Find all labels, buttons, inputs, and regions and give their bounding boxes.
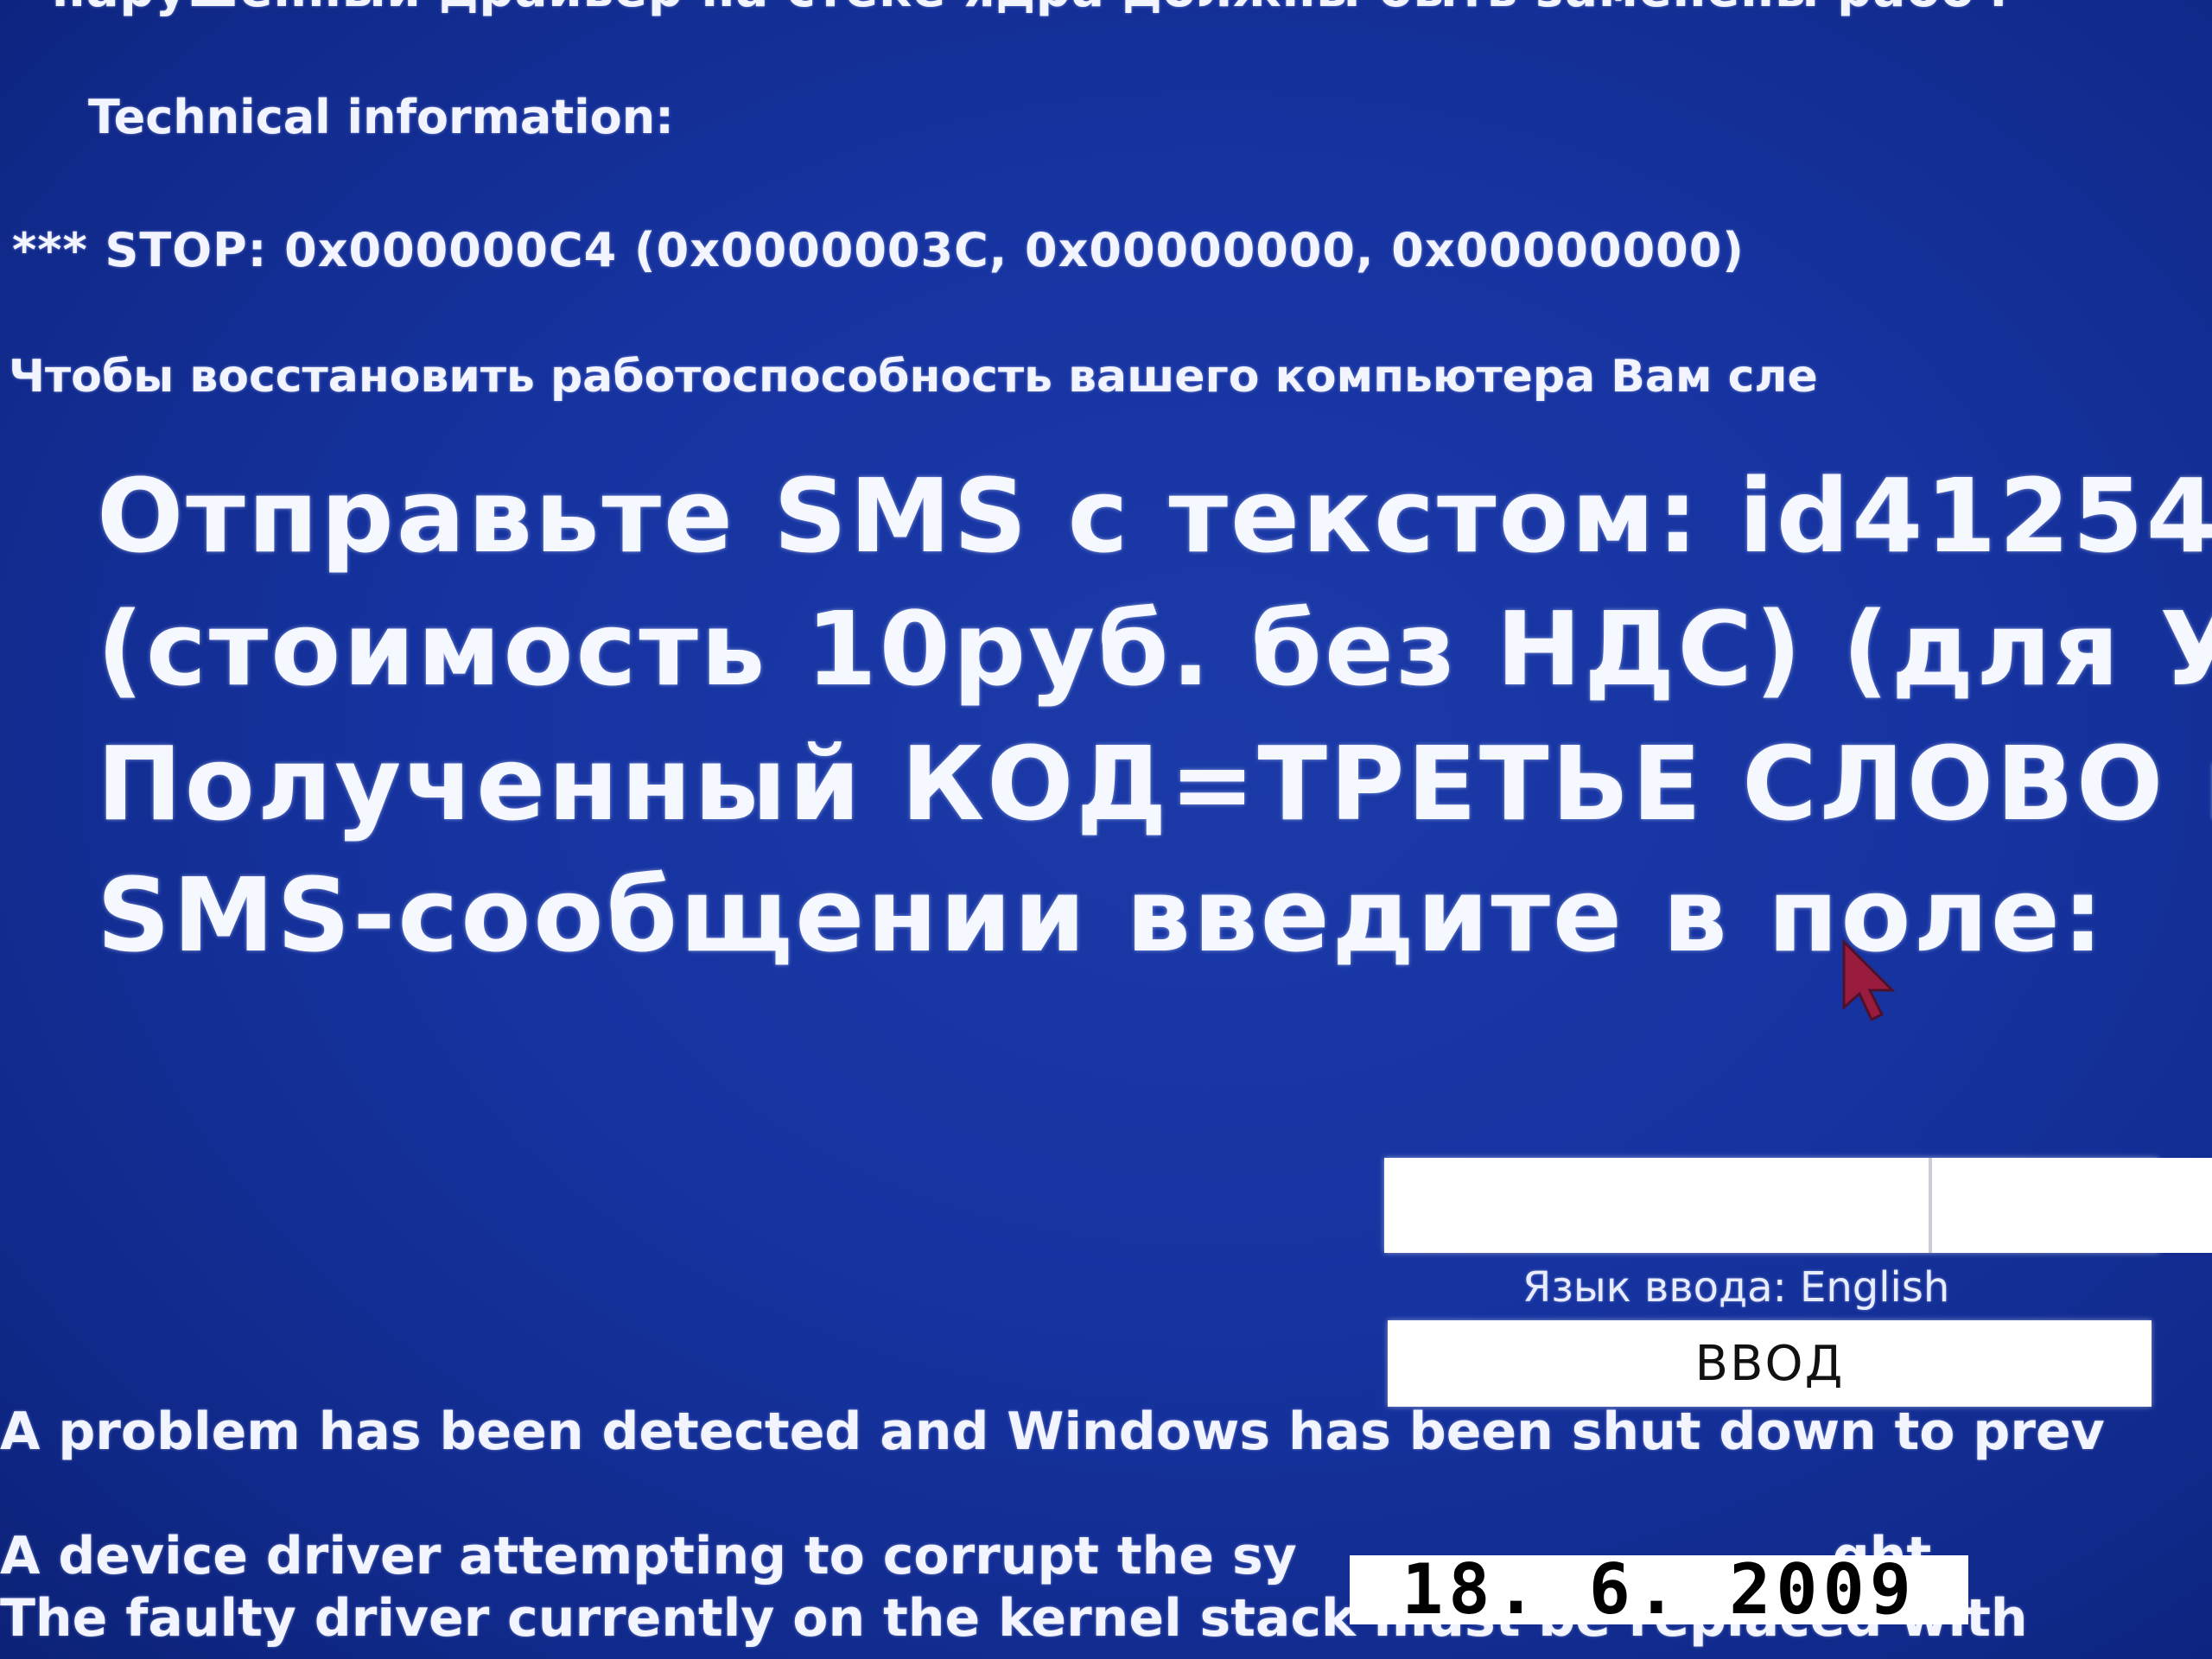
restore-instruction-line: Чтобы восстановить работоспособность ваш… [9, 351, 1818, 403]
ransom-line-4: SMS-сообщении введите в поле: [97, 855, 2107, 975]
photo-date-stamp: 18. 6. 2009 [1350, 1555, 1968, 1624]
unlock-code-field-2[interactable] [1929, 1158, 2212, 1253]
problem-detected-line: A problem has been detected and Windows … [0, 1402, 2105, 1462]
unlock-code-input-group [1384, 1158, 2212, 1253]
device-driver-line-start: A device driver attempting to corrupt th… [0, 1526, 1297, 1586]
input-language-label: Язык ввода: English [1522, 1263, 1950, 1312]
technical-info-heading: Technical information: [88, 90, 674, 144]
stop-code-line: *** STOP: 0x000000C4 (0x0000003C, 0x0000… [12, 223, 1745, 277]
enter-button[interactable]: ВВОД [1388, 1320, 2152, 1407]
ransom-line-1: Отправьте SMS с текстом: id412545 [97, 456, 2212, 575]
ransom-line-3: Полученный КОД=ТРЕТЬЕ СЛОВО в [97, 724, 2212, 843]
unlock-code-field-1[interactable] [1384, 1158, 1929, 1253]
bsod-screen: нарушенный драйвер на стеке ядра должны … [0, 0, 2212, 1659]
mouse-pointer-icon [1842, 938, 1896, 1022]
top-cut-text: нарушенный драйвер на стеке ядра должны … [52, 0, 2009, 18]
ransom-line-2: (стоимость 10руб. без НДС) (для Ук [97, 589, 2212, 709]
